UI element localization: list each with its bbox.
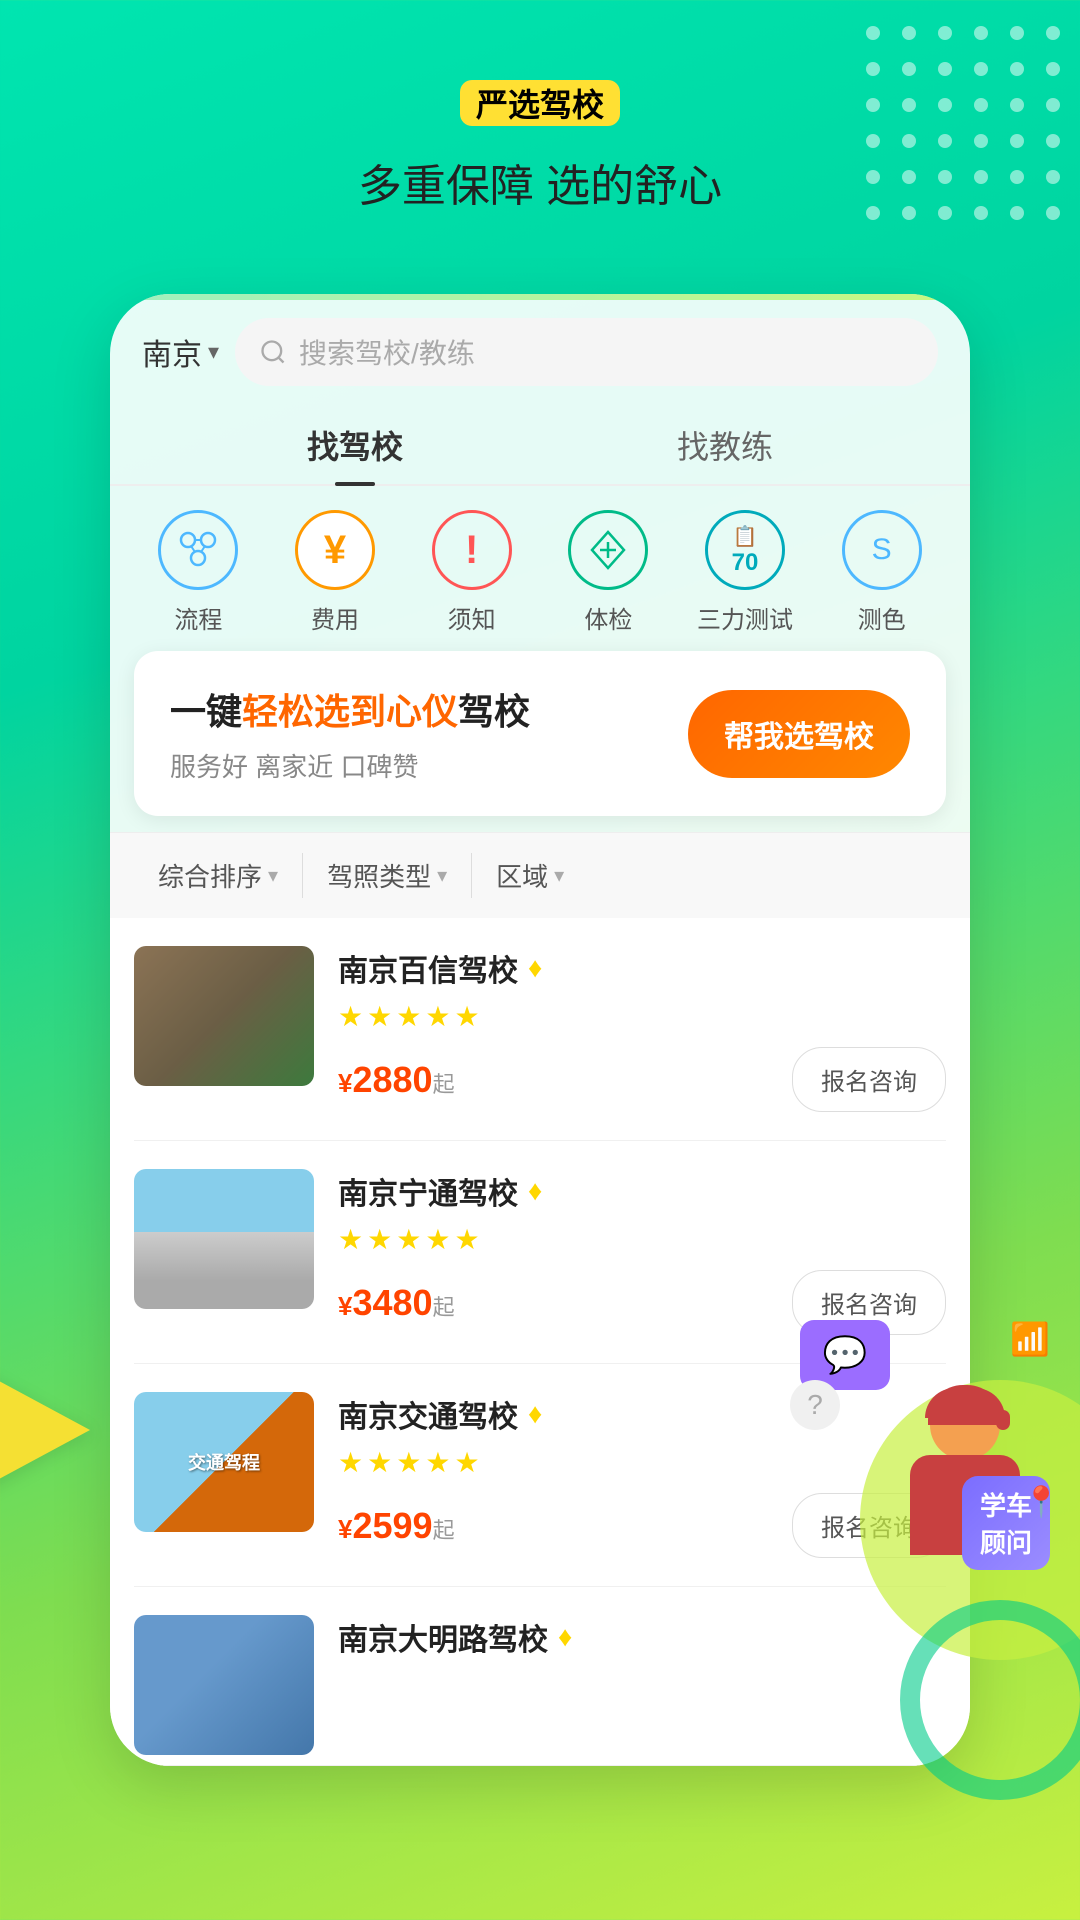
recommend-title-suffix: 驾校 (458, 691, 530, 732)
filter-license-type[interactable]: 驾照类型 ▾ (311, 849, 463, 902)
menu-item-physical[interactable]: 体检 (540, 510, 677, 635)
recommend-subtitle: 服务好 离家近 口碑赞 (170, 747, 530, 784)
recommend-title: 一键轻松选到心仪驾校 (170, 683, 530, 735)
notice-icon: ! (432, 510, 512, 590)
sort-arrow-icon: ▾ (268, 863, 278, 888)
stars-2: ★ ★ ★ ★ ★ (338, 1223, 946, 1256)
hero-subtitle: 多重保障 选的舒心 (40, 150, 1040, 214)
recommend-button[interactable]: 帮我选驾校 (688, 690, 910, 778)
tab-find-school[interactable]: 找驾校 (170, 402, 540, 484)
area-arrow-icon: ▾ (554, 863, 564, 888)
school-name-row-4: 南京大明路驾校 ♦ (338, 1615, 946, 1659)
tab-bar: 找驾校 找教练 (110, 402, 970, 486)
search-bar: 南京 ▾ 搜索驾校/教练 (110, 294, 970, 402)
green-arc-decoration (900, 1600, 1080, 1800)
menu-item-notice[interactable]: ! 须知 (403, 510, 540, 635)
school-info-2: 南京宁通驾校 ♦ ★ ★ ★ ★ ★ ¥3480起 报名咨询 (338, 1169, 946, 1335)
school-name-2: 南京宁通驾校 (338, 1169, 518, 1213)
recommend-text-block: 一键轻松选到心仪驾校 服务好 离家近 口碑赞 (170, 683, 530, 784)
school-name-row-2: 南京宁通驾校 ♦ (338, 1169, 946, 1213)
vip-badge-4: ♦ (558, 1621, 572, 1653)
filter-sort[interactable]: 综合排序 ▾ (142, 849, 294, 902)
school-item[interactable]: 南京大明路驾校 ♦ (134, 1587, 946, 1766)
school-image-2 (134, 1169, 314, 1309)
filter-bar: 综合排序 ▾ 驾照类型 ▾ 区域 ▾ (110, 832, 970, 918)
menu-item-test[interactable]: 📋 70 三力测试 (677, 510, 814, 635)
physical-icon (568, 510, 648, 590)
color-icon: S (842, 510, 922, 590)
menu-item-process[interactable]: 流程 (130, 510, 267, 635)
menu-label-test: 三力测试 (697, 600, 793, 635)
consult-button-1[interactable]: 报名咨询 (792, 1047, 946, 1112)
menu-item-color[interactable]: S 测色 (813, 510, 950, 635)
price-2: ¥3480起 (338, 1282, 455, 1324)
school-item[interactable]: 树 南京百信驾校 ♦ ★ ★ ★ ★ ★ (134, 918, 946, 1141)
school-name-4: 南京大明路驾校 (338, 1615, 548, 1659)
school-info-4: 南京大明路驾校 ♦ (338, 1615, 946, 1669)
play-triangle-icon (0, 1360, 90, 1500)
filter-divider-1 (302, 853, 303, 898)
search-placeholder-text: 搜索驾校/教练 (299, 332, 475, 372)
filter-area[interactable]: 区域 ▾ (480, 849, 580, 902)
search-icon (259, 338, 287, 366)
menu-icons-row: 流程 ¥ 费用 ! 须知 体检 (110, 486, 970, 651)
school-image-1: 树 (134, 946, 314, 1086)
school-info-1: 南京百信驾校 ♦ ★ ★ ★ ★ ★ ¥2880起 报名咨询 (338, 946, 946, 1112)
recommend-card: 一键轻松选到心仪驾校 服务好 离家近 口碑赞 帮我选驾校 (134, 651, 946, 816)
menu-label-process: 流程 (174, 600, 222, 635)
city-dropdown-arrow: ▾ (208, 339, 219, 365)
tab-find-coach[interactable]: 找教练 (540, 402, 910, 484)
test-icon: 📋 70 (705, 510, 785, 590)
school-image-3: 交通驾程 (134, 1392, 314, 1532)
hero-section: 严选驾校 多重保障 选的舒心 (0, 0, 1080, 254)
play-decoration (0, 1360, 120, 1520)
hero-title: 严选驾校 (40, 80, 1040, 126)
menu-label-notice: 须知 (448, 600, 496, 635)
license-arrow-icon: ▾ (437, 863, 447, 888)
school-name-3: 南京交通驾校 (338, 1392, 518, 1436)
school-name-row-1: 南京百信驾校 ♦ (338, 946, 946, 990)
price-3: ¥2599起 (338, 1505, 455, 1547)
process-icon (158, 510, 238, 590)
recommend-title-prefix: 一键 (170, 691, 242, 732)
city-name: 南京 (142, 330, 202, 374)
city-selector[interactable]: 南京 ▾ (142, 330, 219, 374)
vip-badge-2: ♦ (528, 1175, 542, 1207)
hero-title-text: 严选驾校 (460, 80, 620, 126)
customer-service-widget[interactable]: 💬 ? 学车 顾问 📶 📍 (790, 1320, 1050, 1580)
menu-label-color: 测色 (858, 600, 906, 635)
vip-badge-1: ♦ (528, 952, 542, 984)
school-image-4 (134, 1615, 314, 1755)
fee-icon: ¥ (295, 510, 375, 590)
cs-signal-icon: 📶 (1010, 1320, 1050, 1358)
filter-divider-2 (471, 853, 472, 898)
price-1: ¥2880起 (338, 1059, 455, 1101)
search-input-box[interactable]: 搜索驾校/教练 (235, 318, 938, 386)
recommend-title-highlight: 轻松选到心仪 (242, 691, 458, 732)
cs-location-icon: 📍 (1023, 1485, 1060, 1520)
menu-label-physical: 体检 (584, 600, 632, 635)
vip-badge-3: ♦ (528, 1398, 542, 1430)
school-name-1: 南京百信驾校 (338, 946, 518, 990)
menu-label-fee: 费用 (311, 600, 359, 635)
cs-question-bubble: ? (790, 1380, 840, 1430)
stars-1: ★ ★ ★ ★ ★ (338, 1000, 946, 1033)
menu-item-fee[interactable]: ¥ 费用 (267, 510, 404, 635)
price-row-1: ¥2880起 报名咨询 (338, 1047, 946, 1112)
